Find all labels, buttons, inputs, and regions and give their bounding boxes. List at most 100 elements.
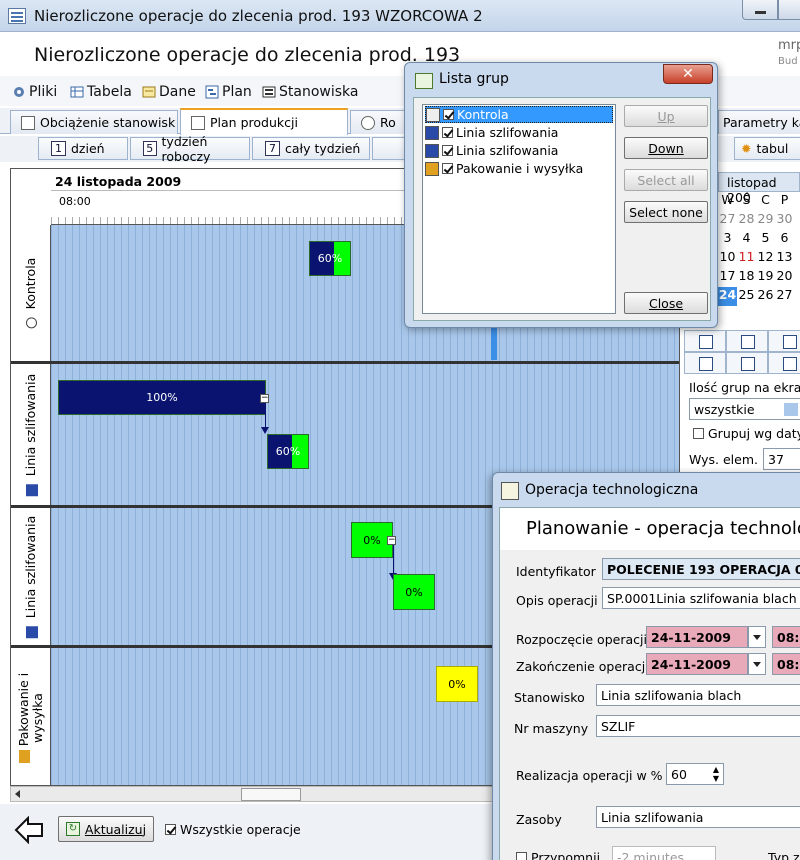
station-field[interactable]: Linia szlifowania blach xyxy=(596,684,800,706)
gantt-bar[interactable]: 60% xyxy=(267,434,309,469)
weekday: P xyxy=(780,192,789,207)
checkbox-icon[interactable] xyxy=(516,852,527,860)
end-date-field[interactable]: 24-11-2009 xyxy=(646,653,748,675)
resources-field[interactable]: Linia szlifowania xyxy=(596,806,800,828)
menu-stanowiska[interactable]: Stanowiska xyxy=(262,82,358,102)
calendar-day[interactable]: 18 xyxy=(737,268,756,287)
view-workweek-button[interactable]: 5 tydzień roboczy xyxy=(130,134,250,164)
scroll-left-icon[interactable] xyxy=(15,790,20,798)
calendar-icon[interactable] xyxy=(684,352,726,374)
list-item[interactable]: Kontrola xyxy=(425,106,613,123)
calendar-day[interactable]: 13 xyxy=(775,249,794,268)
desc-field[interactable]: SP.0001Linia szlifowania blach xyxy=(602,587,800,609)
end-time-field[interactable]: 08:3 xyxy=(772,653,800,675)
start-date-dropdown[interactable] xyxy=(748,626,766,648)
tab-parametry[interactable]: Parametry ka xyxy=(718,110,800,134)
maximize-button[interactable] xyxy=(778,0,800,20)
stepper-down-icon[interactable]: ▼ xyxy=(713,774,719,783)
calendar-day[interactable]: 27 xyxy=(775,287,794,306)
menu-plan-label: Plan xyxy=(222,84,252,100)
tab-obciazenie[interactable]: Obciążenie stanowisk xyxy=(10,110,178,134)
checkbox-icon[interactable] xyxy=(165,824,176,835)
groups-select[interactable]: wszystkie xyxy=(689,398,800,420)
calendar-day[interactable]: 30 xyxy=(775,211,794,230)
stepper-up-icon[interactable]: ▲ xyxy=(713,765,719,774)
tab-plan-produkcji[interactable]: Plan produkcji xyxy=(180,108,348,135)
checkbox-icon[interactable] xyxy=(442,145,453,156)
menu-dane[interactable]: Dane xyxy=(142,82,196,102)
scroll-thumb[interactable] xyxy=(241,788,301,801)
gantt-bar[interactable]: 60% xyxy=(309,241,351,276)
calendar-day[interactable]: 28 xyxy=(737,211,756,230)
up-button[interactable]: Up xyxy=(624,105,708,127)
calendar-day-selected[interactable]: 24 xyxy=(718,287,737,306)
calendar-day[interactable]: 10 xyxy=(718,249,737,268)
calendar-day[interactable]: 12 xyxy=(756,249,775,268)
calendar-day[interactable]: 11 xyxy=(737,249,756,268)
group-by-date-checkbox[interactable]: Grupuj wg daty xyxy=(693,426,800,441)
end-date-dropdown[interactable] xyxy=(748,653,766,675)
lane-label: Linia szlifowania xyxy=(11,508,51,645)
operation-dialog: Operacja technologiczna Planowanie - ope… xyxy=(492,472,800,860)
calendar-day[interactable]: 27 xyxy=(718,211,737,230)
calendar-day[interactable]: 3 xyxy=(718,230,737,249)
gantt-bar[interactable]: 0% xyxy=(436,666,478,702)
gantt-time-label: 08:00 xyxy=(59,195,91,208)
remind-select[interactable]: -2 minutes xyxy=(612,846,716,860)
collapse-button[interactable]: − xyxy=(387,536,396,545)
minimize-button[interactable] xyxy=(742,0,778,20)
calendar-day[interactable]: 25 xyxy=(737,287,756,306)
gantt-bar[interactable]: 100% xyxy=(58,380,266,415)
refresh-button[interactable]: ↻ Aktualizuj xyxy=(58,816,154,842)
elem-height-input[interactable]: 37 xyxy=(763,448,800,470)
select-all-button[interactable]: Select all xyxy=(624,169,708,191)
identifier-field[interactable]: POLECENIE 193 OPERACJA 020 xyxy=(602,558,800,580)
select-none-button[interactable]: Select none xyxy=(624,201,708,223)
calendar-day[interactable]: 4 xyxy=(737,230,756,249)
checkbox-icon[interactable] xyxy=(442,163,453,174)
calendar-day[interactable]: 29 xyxy=(756,211,775,230)
calendar-day[interactable]: 19 xyxy=(756,268,775,287)
calendar-day[interactable]: 20 xyxy=(775,268,794,287)
calendar-day[interactable]: 26 xyxy=(756,287,775,306)
all-operations-checkbox[interactable]: Wszystkie operacje xyxy=(165,822,301,837)
gantt-bar[interactable]: 0% xyxy=(393,574,435,610)
close-button[interactable]: Close xyxy=(624,292,708,314)
lane-kontrola-label: Kontrola xyxy=(22,257,38,310)
menu-pliki[interactable]: Pliki xyxy=(12,82,57,102)
calendar-icon[interactable] xyxy=(768,352,800,374)
lane-linia-2-label: Linia szlifowania xyxy=(22,515,38,618)
view-fullweek-button[interactable]: 7 cały tydzień xyxy=(252,137,370,160)
calendar-icon[interactable] xyxy=(726,352,768,374)
gantt-bar-label: 60% xyxy=(317,252,343,265)
calendar-day[interactable]: 17 xyxy=(718,268,737,287)
checkbox-icon[interactable] xyxy=(693,428,704,439)
view-extra-button[interactable] xyxy=(372,137,406,160)
list-item[interactable]: Pakowanie i wysyłka xyxy=(425,160,613,177)
down-button[interactable]: Down xyxy=(624,137,708,159)
tab-ro-label: Ro xyxy=(380,115,396,130)
start-date-field[interactable]: 24-11-2009 xyxy=(646,626,748,648)
realization-stepper[interactable]: 60 ▲ ▼ xyxy=(666,763,724,785)
calendar-icon[interactable] xyxy=(684,330,726,352)
close-icon[interactable]: ✕ xyxy=(663,64,713,84)
calendar-month[interactable]: listopad 200 xyxy=(718,172,800,205)
tab-ro[interactable]: Ro xyxy=(350,110,410,134)
checkbox-icon[interactable] xyxy=(442,127,453,138)
checkbox-icon[interactable] xyxy=(443,109,454,120)
view-day-button[interactable]: 1 dzień xyxy=(38,137,128,160)
calendar-icon[interactable] xyxy=(726,330,768,352)
menu-plan[interactable]: Plan xyxy=(205,82,252,102)
back-arrow-icon[interactable] xyxy=(14,816,44,844)
remind-checkbox[interactable]: Przypomnij xyxy=(516,850,600,860)
list-item[interactable]: Linia szlifowania xyxy=(425,124,613,141)
start-time-field[interactable]: 08:3 xyxy=(772,626,800,648)
calendar-icon[interactable] xyxy=(768,330,800,352)
machine-field[interactable]: SZLIF xyxy=(596,715,800,737)
collapse-button[interactable]: − xyxy=(260,394,269,403)
menu-tabela[interactable]: Tabela xyxy=(70,82,132,102)
view-tabular-button[interactable]: ✹ tabul xyxy=(734,137,800,160)
calendar-day[interactable]: 5 xyxy=(756,230,775,249)
list-item[interactable]: Linia szlifowania xyxy=(425,142,613,159)
calendar-day[interactable]: 6 xyxy=(775,230,794,249)
